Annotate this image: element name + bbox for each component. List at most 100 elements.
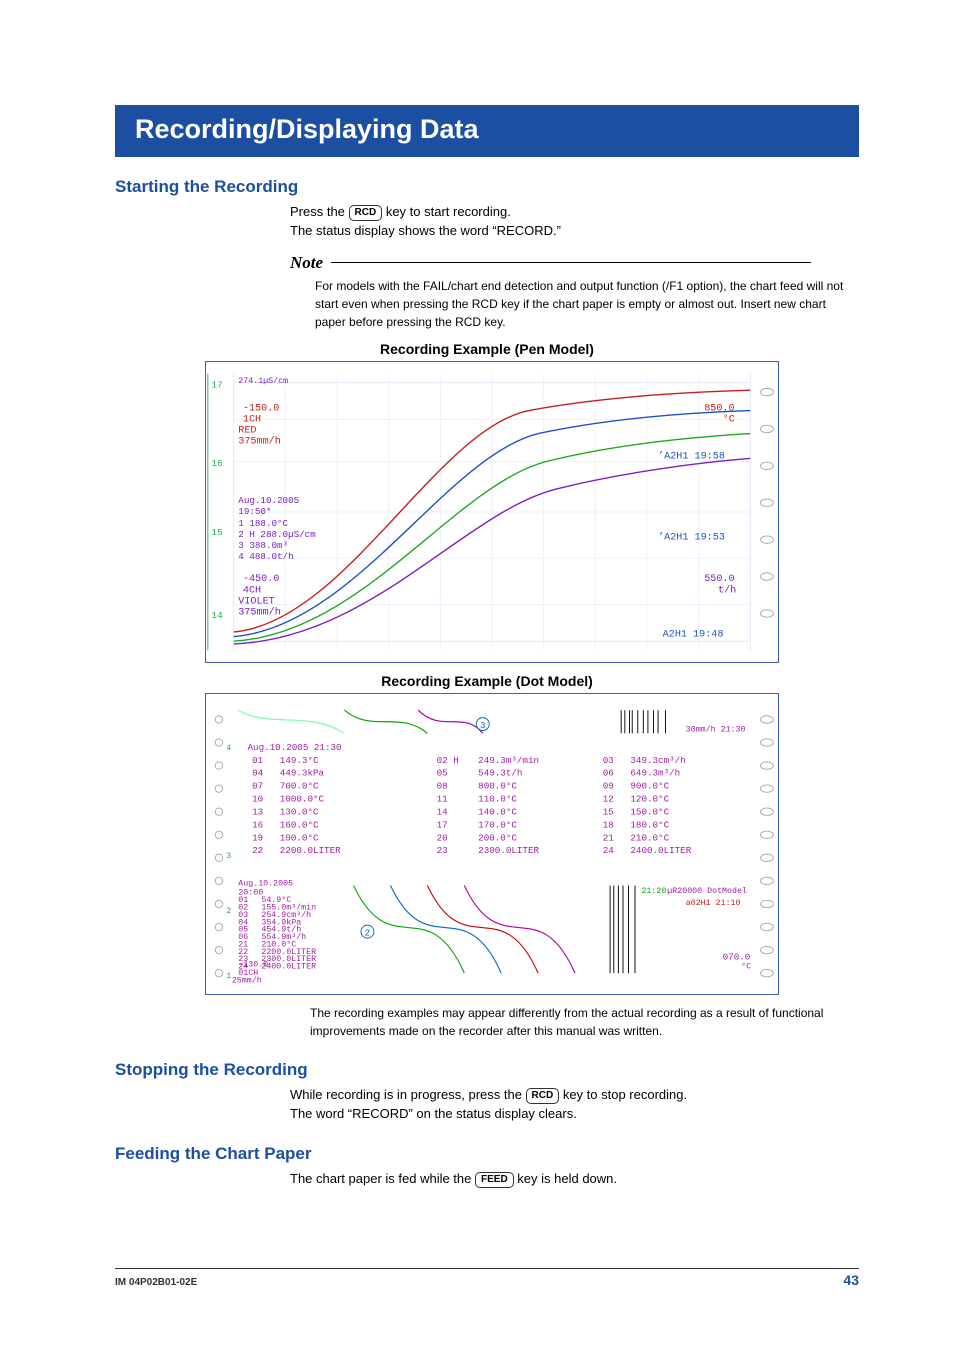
svg-text:170.0°C: 170.0°C bbox=[478, 820, 517, 831]
svg-text:070.0: 070.0 bbox=[723, 952, 751, 963]
heading-stopping: Stopping the Recording bbox=[115, 1060, 859, 1080]
svg-text:µR20000 DotModel: µR20000 DotModel bbox=[667, 886, 747, 896]
svg-text:2300.0LITER: 2300.0LITER bbox=[478, 846, 539, 857]
svg-text:15: 15 bbox=[603, 807, 614, 818]
svg-text:°C: °C bbox=[741, 963, 751, 972]
svg-text:4: 4 bbox=[226, 744, 231, 753]
svg-text:140.0°C: 140.0°C bbox=[478, 807, 517, 818]
section-banner: Recording/Displaying Data bbox=[115, 105, 859, 157]
svg-text:850.0: 850.0 bbox=[704, 404, 734, 415]
svg-text:RED: RED bbox=[238, 426, 256, 437]
svg-text:16: 16 bbox=[252, 820, 263, 831]
svg-text:2: 2 bbox=[365, 928, 371, 939]
svg-text:24: 24 bbox=[603, 846, 615, 857]
svg-text:190.0°C: 190.0°C bbox=[280, 833, 319, 844]
svg-text:12: 12 bbox=[603, 794, 614, 805]
svg-text:Aug.10.2005: Aug.10.2005 bbox=[238, 880, 293, 889]
svg-text:349.3cm³/h: 349.3cm³/h bbox=[630, 755, 685, 766]
svg-text:120.0°C: 120.0°C bbox=[630, 794, 669, 805]
pen-caption: Recording Example (Pen Model) bbox=[115, 341, 859, 357]
starting-body: Press the RCD key to start recording. Th… bbox=[290, 203, 859, 241]
svg-text:09: 09 bbox=[603, 781, 614, 792]
svg-text:A2H1 19:48: A2H1 19:48 bbox=[663, 630, 724, 641]
page-number: 43 bbox=[843, 1272, 859, 1288]
svg-text:19:50*: 19:50* bbox=[238, 506, 271, 517]
svg-text:18: 18 bbox=[603, 820, 614, 831]
svg-text:4 488.0t/h: 4 488.0t/h bbox=[238, 552, 293, 563]
svg-text:375mm/h: 375mm/h bbox=[238, 436, 281, 448]
svg-text:VIOLET: VIOLET bbox=[238, 597, 274, 608]
svg-text:1 188.0°C: 1 188.0°C bbox=[238, 518, 288, 529]
svg-text:14: 14 bbox=[212, 611, 224, 622]
svg-text:149.3°C: 149.3°C bbox=[280, 755, 319, 766]
svg-text:200.0°C: 200.0°C bbox=[478, 833, 517, 844]
heading-feeding: Feeding the Chart Paper bbox=[115, 1144, 859, 1164]
svg-text:3: 3 bbox=[226, 852, 231, 861]
svg-text:Aug.10.2005 21:30: Aug.10.2005 21:30 bbox=[248, 742, 342, 753]
svg-text:°C: °C bbox=[723, 414, 735, 426]
svg-text:11: 11 bbox=[437, 794, 449, 805]
svg-text:375mm/h: 375mm/h bbox=[238, 607, 281, 619]
svg-text:13: 13 bbox=[252, 807, 263, 818]
rcd-key: RCD bbox=[349, 205, 383, 221]
page-footer: 43 IM 04P02B01-02E bbox=[115, 1268, 859, 1290]
svg-text:1CH: 1CH bbox=[243, 415, 261, 426]
svg-text:-450.0: -450.0 bbox=[243, 575, 279, 586]
svg-text:649.3m³/h: 649.3m³/h bbox=[630, 768, 680, 779]
svg-text:2 H 288.0µS/cm: 2 H 288.0µS/cm bbox=[238, 529, 316, 540]
svg-text:04: 04 bbox=[252, 768, 264, 779]
svg-text:2200.0LITER: 2200.0LITER bbox=[280, 846, 341, 857]
svg-text:’A2H1 19:53: ’A2H1 19:53 bbox=[658, 532, 725, 544]
svg-text:08: 08 bbox=[437, 781, 448, 792]
svg-text:210.0°C: 210.0°C bbox=[630, 833, 669, 844]
svg-text:1: 1 bbox=[226, 972, 231, 981]
figure-note: The recording examples may appear differ… bbox=[310, 1005, 859, 1040]
svg-text:19: 19 bbox=[252, 833, 263, 844]
svg-text:03: 03 bbox=[603, 755, 614, 766]
svg-text:t/h: t/h bbox=[718, 585, 736, 597]
stopping-body: While recording is in progress, press th… bbox=[290, 1086, 859, 1124]
pen-chart: 17 16 15 14 274.1µS/cm -150.0 1CH RED 37… bbox=[205, 361, 779, 663]
svg-text:21: 21 bbox=[603, 833, 615, 844]
svg-text:17: 17 bbox=[437, 820, 448, 831]
svg-text:17: 17 bbox=[212, 380, 223, 391]
svg-text:549.3t/h: 549.3t/h bbox=[478, 768, 522, 779]
feed-key: FEED bbox=[475, 1172, 514, 1188]
svg-text:1000.0°C: 1000.0°C bbox=[280, 794, 325, 805]
svg-text:3 388.0m³: 3 388.0m³ bbox=[238, 540, 288, 551]
svg-text:a02H1 21:10: a02H1 21:10 bbox=[686, 899, 741, 908]
svg-text:2: 2 bbox=[226, 908, 231, 917]
svg-text:274.1µS/cm: 274.1µS/cm bbox=[238, 376, 288, 386]
svg-text:-150.0: -150.0 bbox=[243, 404, 279, 415]
svg-text:130.0°C: 130.0°C bbox=[280, 807, 319, 818]
svg-text:22: 22 bbox=[252, 846, 263, 857]
svg-text:25mm/h: 25mm/h bbox=[232, 976, 262, 986]
svg-text:05: 05 bbox=[437, 768, 448, 779]
note-heading: Note bbox=[290, 252, 859, 273]
svg-text:02 H: 02 H bbox=[437, 755, 459, 766]
svg-text:2400.0LITER: 2400.0LITER bbox=[261, 963, 316, 972]
feeding-body: The chart paper is fed while the FEED ke… bbox=[290, 1170, 859, 1189]
svg-text:’A2H1 19:58: ’A2H1 19:58 bbox=[658, 451, 725, 463]
svg-text:180.0°C: 180.0°C bbox=[630, 820, 669, 831]
svg-text:10: 10 bbox=[252, 794, 263, 805]
dot-caption: Recording Example (Dot Model) bbox=[115, 673, 859, 689]
svg-text:30mm/h 21:30: 30mm/h 21:30 bbox=[686, 725, 746, 735]
svg-text:160.0°C: 160.0°C bbox=[280, 820, 319, 831]
heading-starting: Starting the Recording bbox=[115, 177, 859, 197]
svg-text:900.0°C: 900.0°C bbox=[630, 781, 669, 792]
svg-text:21:20: 21:20 bbox=[641, 887, 666, 896]
svg-text:2400.0LITER: 2400.0LITER bbox=[630, 846, 691, 857]
svg-text:150.0°C: 150.0°C bbox=[630, 807, 669, 818]
svg-text:23: 23 bbox=[437, 846, 448, 857]
dot-chart: 30mm/h 21:30 Aug.10.2005 21:30 01149.3°C… bbox=[205, 693, 779, 995]
doc-id: IM 04P02B01-02E bbox=[115, 1277, 197, 1288]
svg-text:249.3m³/min: 249.3m³/min bbox=[478, 755, 539, 766]
svg-text:700.0°C: 700.0°C bbox=[280, 781, 319, 792]
svg-text:550.0: 550.0 bbox=[704, 575, 734, 586]
note-body: For models with the FAIL/chart end detec… bbox=[315, 277, 859, 331]
svg-text:449.3kPa: 449.3kPa bbox=[280, 768, 325, 779]
svg-text:14: 14 bbox=[437, 807, 449, 818]
svg-text:800.0°C: 800.0°C bbox=[478, 781, 517, 792]
svg-text:06: 06 bbox=[603, 768, 614, 779]
